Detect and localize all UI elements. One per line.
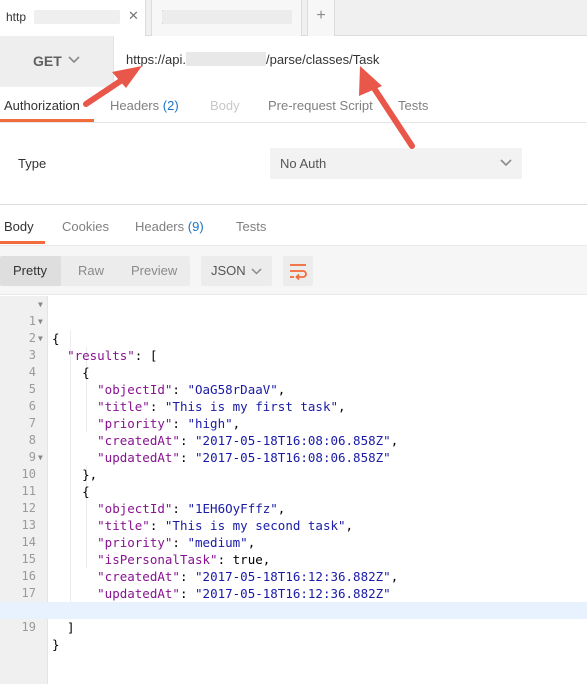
tab-response-body[interactable]: Body: [4, 219, 34, 234]
view-mode-group: Pretty Raw Preview: [0, 256, 190, 286]
method-label: GET: [33, 53, 62, 69]
url-prefix: https://api.: [126, 52, 186, 67]
tab-response-headers[interactable]: Headers (9): [135, 219, 204, 234]
chevron-down-icon: [251, 268, 262, 275]
raw-button[interactable]: Raw: [78, 263, 104, 278]
wrap-lines-button[interactable]: [283, 256, 313, 286]
tab-prerequest-script[interactable]: Pre-request Script: [268, 98, 373, 113]
tab-tests[interactable]: Tests: [398, 98, 428, 113]
preview-button[interactable]: Preview: [131, 263, 177, 278]
code-line: 18 ]: [0, 585, 587, 635]
request-tab-strip: http ✕ +: [0, 0, 587, 36]
tab-response-tests[interactable]: Tests: [236, 219, 266, 234]
fold-arrow-icon[interactable]: ▼: [38, 449, 43, 466]
url-text: https://api. /parse/classes/Task: [126, 52, 379, 67]
active-tab-underline: [0, 241, 45, 244]
request-tabs: Authorization Headers (2) Body Pre-reque…: [0, 87, 587, 123]
code-line: 15 "createdAt": "2017-05-18T16:12:36.882…: [0, 534, 587, 584]
response-headers-count: (9): [187, 219, 204, 234]
redacted-tab-text: [34, 10, 120, 24]
code-line: 8 "updatedAt": "2017-05-18T16:08:06.858Z…: [0, 415, 587, 465]
code-line: 2 ▼ "results": [: [0, 313, 587, 363]
response-tabs: Body Cookies Headers (9) Tests: [0, 205, 587, 245]
code-line: 9 },: [0, 432, 587, 482]
request-tab[interactable]: http ✕: [0, 0, 146, 36]
auth-type-select[interactable]: No Auth: [270, 148, 522, 179]
code-line: 1 ▼ {: [0, 296, 587, 346]
method-select[interactable]: GET: [0, 36, 114, 87]
code-line: 3 ▼ {: [0, 330, 587, 380]
code-line: 12 "title": "This is my second task",: [0, 483, 587, 533]
code-line: 6 "priority": "high",: [0, 381, 587, 431]
code-text: }: [52, 637, 60, 652]
format-label: JSON: [211, 263, 246, 278]
chevron-down-icon: [500, 159, 512, 167]
tab-label: http: [6, 10, 27, 24]
redacted-url-segment: [185, 52, 266, 66]
request-tab-2[interactable]: [151, 0, 302, 36]
tab-headers-label: Headers: [110, 98, 160, 113]
wrap-icon: [290, 264, 307, 281]
code-line: 16 "updatedAt": "2017-05-18T16:12:36.882…: [0, 551, 587, 601]
close-icon[interactable]: ✕: [128, 8, 139, 24]
response-body-editor[interactable]: 1 ▼ { 2 ▼ "results": [ 3 ▼ { 4 "objectId": …: [0, 296, 587, 684]
chevron-down-icon: [68, 56, 80, 64]
new-tab-button[interactable]: +: [307, 0, 335, 36]
redacted-tab-text: [162, 10, 292, 24]
request-bar: GET https://api. /parse/classes/Task: [0, 36, 587, 87]
code-line: 13 "priority": "medium",: [0, 500, 587, 550]
code-line: 11 "objectId": "1EH6OyFffz",: [0, 466, 587, 516]
response-toolbar: Pretty Raw Preview JSON: [0, 245, 587, 295]
pretty-button[interactable]: Pretty: [13, 263, 47, 278]
auth-type-label: Type: [18, 156, 47, 171]
headers-count: (2): [162, 98, 179, 113]
fold-arrow-icon[interactable]: ▼: [38, 296, 43, 313]
fold-arrow-icon[interactable]: ▼: [38, 330, 43, 347]
code-line: 5 "title": "This is my first task",: [0, 364, 587, 414]
line-number: 19: [21, 620, 36, 634]
fold-arrow-icon[interactable]: ▼: [38, 313, 43, 330]
url-input[interactable]: https://api. /parse/classes/Task: [114, 36, 587, 87]
code-line: 10 ▼ {: [0, 449, 587, 499]
code-line: 7 "createdAt": "2017-05-18T16:08:06.858Z…: [0, 398, 587, 448]
code-line-current: 19 }: [0, 602, 587, 652]
tab-response-headers-label: Headers: [135, 219, 185, 234]
auth-type-value: No Auth: [280, 156, 327, 171]
code-line: 14 "isPersonalTask": true,: [0, 517, 587, 567]
tab-body[interactable]: Body: [210, 98, 240, 113]
active-tab-underline: [0, 119, 94, 122]
code-line: 17 }: [0, 568, 587, 618]
format-select[interactable]: JSON: [201, 256, 272, 286]
tab-headers[interactable]: Headers (2): [110, 98, 179, 113]
tab-cookies[interactable]: Cookies: [62, 219, 109, 234]
code-text: ]: [52, 620, 75, 635]
url-suffix: /parse/classes/Task: [265, 52, 380, 67]
code-line: 4 "objectId": "OaG58rDaaV",: [0, 347, 587, 397]
tab-authorization[interactable]: Authorization: [4, 98, 80, 113]
